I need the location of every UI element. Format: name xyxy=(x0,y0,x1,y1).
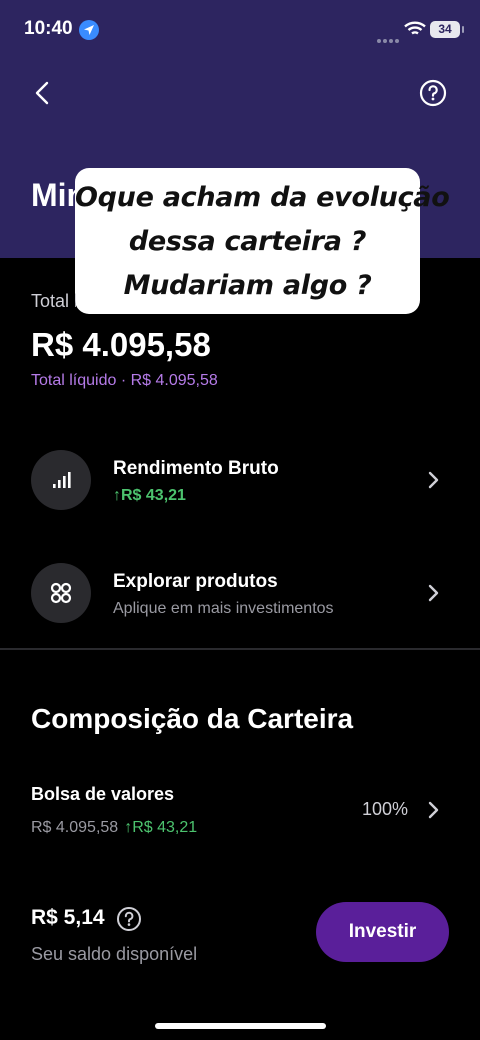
explore-products-row[interactable]: Explorar produtos Aplique em mais invest… xyxy=(0,563,480,643)
asset-value: R$ 4.095,58 xyxy=(31,819,119,836)
asset-name: Bolsa de valores xyxy=(31,784,175,804)
invest-button[interactable]: Investir xyxy=(316,902,449,962)
home-indicator[interactable] xyxy=(155,1023,326,1029)
asset-percent: 100% xyxy=(362,799,409,819)
wifi-icon xyxy=(404,21,426,42)
status-time: 10:40 xyxy=(24,18,73,39)
chevron-right-icon xyxy=(428,801,439,819)
signal-bars-icon xyxy=(31,450,91,510)
row-title: Explorar produtos xyxy=(113,571,278,592)
battery-tip xyxy=(462,26,464,33)
row-subtitle: Aplique em mais investimentos xyxy=(113,600,334,617)
help-button[interactable] xyxy=(418,78,448,108)
question-circle-icon xyxy=(419,79,447,107)
row-title: Rendimento Bruto xyxy=(113,458,279,479)
net-total: Total líquido · R$ 4.095,58 xyxy=(31,372,218,389)
caption-line: Mudariam algo ? xyxy=(123,270,372,301)
balance-label: Seu saldo disponível xyxy=(31,944,198,964)
location-arrow-icon xyxy=(79,20,99,40)
balance-help-icon[interactable] xyxy=(115,905,143,933)
caption-line: dessa carteira ? xyxy=(128,226,367,257)
chevron-right-icon xyxy=(428,471,439,489)
gross-yield-row[interactable]: Rendimento Bruto ↑R$ 43,21 xyxy=(0,450,480,530)
row-gain: ↑R$ 43,21 xyxy=(113,487,186,504)
caption-line: Oque acham da evolução xyxy=(75,182,450,213)
battery-icon: 34 xyxy=(430,21,460,38)
total-value: R$ 4.095,58 xyxy=(31,326,211,363)
chevron-left-icon xyxy=(35,81,49,105)
chevron-right-icon xyxy=(428,584,439,602)
balance-value: R$ 5,14 xyxy=(31,906,105,929)
back-button[interactable] xyxy=(28,78,58,108)
divider xyxy=(0,648,480,650)
asset-gain: ↑R$ 43,21 xyxy=(124,819,198,836)
grid-dots-icon xyxy=(31,563,91,623)
section-title: Composição da Carteira xyxy=(31,703,354,734)
status-bar: 10:40 34 xyxy=(0,0,480,60)
signal-dots-icon xyxy=(377,30,401,48)
caption-text: Oque acham da evolução dessa carteira ? … xyxy=(75,176,450,308)
total-label: Total bruto xyxy=(31,291,76,311)
asset-values: R$ 4.095,58 ↑R$ 43,21 xyxy=(31,819,197,837)
